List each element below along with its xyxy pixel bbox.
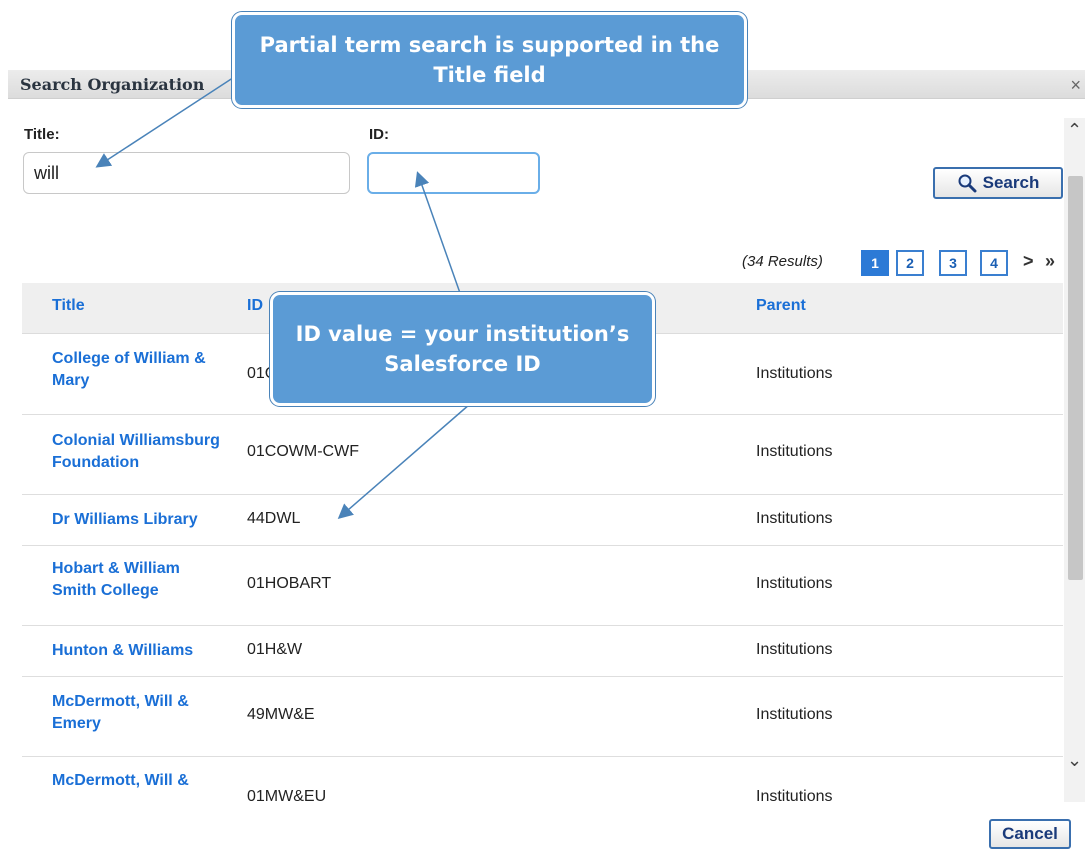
table-row[interactable]: Dr Williams Library 44DWL Institutions <box>22 494 1063 546</box>
scroll-thumb[interactable] <box>1068 176 1083 580</box>
row-id: 01MW&EU <box>247 788 327 802</box>
page-2-button[interactable]: 2 <box>896 250 924 276</box>
column-title[interactable]: Title <box>52 297 85 315</box>
results-count: (34 Results) <box>742 253 823 270</box>
table-row[interactable]: Hunton & Williams 01H&W Institutions <box>22 625 1063 677</box>
row-title-link[interactable]: Dr Williams Library <box>52 509 252 531</box>
search-button-label: Search <box>982 173 1040 192</box>
search-button[interactable]: Search <box>933 167 1063 199</box>
cancel-button[interactable]: Cancel <box>989 819 1071 849</box>
column-parent[interactable]: Parent <box>756 297 806 315</box>
row-parent: Institutions <box>756 641 833 658</box>
row-parent: Institutions <box>756 788 833 802</box>
dialog-title: Search Organization <box>20 75 205 94</box>
last-page-icon[interactable]: » <box>1045 251 1055 272</box>
id-input[interactable] <box>367 152 540 194</box>
table-row[interactable]: Colonial Williamsburg Foundation 01COWM-… <box>22 414 1063 495</box>
row-id: 49MW&E <box>247 706 315 723</box>
magnifier-icon <box>958 174 977 193</box>
title-field-label: Title: <box>24 126 60 143</box>
results-scrollbar[interactable]: ⌃ ⌄ <box>1064 118 1085 802</box>
page-1-button[interactable]: 1 <box>861 250 889 276</box>
row-title-link[interactable]: Colonial Williamsburg Foundation <box>52 430 232 474</box>
close-icon[interactable]: × <box>1070 75 1081 96</box>
row-id: 01COWM-CWF <box>247 443 359 460</box>
title-input[interactable]: will <box>23 152 350 194</box>
callout-partial-search: Partial term search is supported in the … <box>232 12 747 108</box>
row-parent: Institutions <box>756 575 833 592</box>
row-id: 01H&W <box>247 641 303 658</box>
row-title-link[interactable]: College of William & Mary <box>52 348 232 392</box>
row-title-link[interactable]: McDermott, Will & <box>52 770 252 792</box>
scroll-down-icon[interactable]: ⌄ <box>1064 750 1085 771</box>
scroll-up-icon[interactable]: ⌃ <box>1064 120 1085 141</box>
table-row[interactable]: McDermott, Will & Emery 49MW&E Instituti… <box>22 676 1063 757</box>
page-3-button[interactable]: 3 <box>939 250 967 276</box>
row-title-link[interactable]: Hobart & William Smith College <box>52 558 212 602</box>
row-title-link[interactable]: Hunton & Williams <box>52 640 252 662</box>
table-row[interactable]: Hobart & William Smith College 01HOBART … <box>22 545 1063 626</box>
id-field-label: ID: <box>369 126 389 143</box>
page-4-button[interactable]: 4 <box>980 250 1008 276</box>
row-parent: Institutions <box>756 443 833 460</box>
column-id[interactable]: ID <box>247 297 263 315</box>
row-parent: Institutions <box>756 510 833 527</box>
row-id: 44DWL <box>247 510 301 527</box>
row-parent: Institutions <box>756 706 833 723</box>
table-row[interactable]: McDermott, Will & 01MW&EU Institutions <box>22 756 1063 802</box>
row-title-link[interactable]: McDermott, Will & Emery <box>52 691 222 735</box>
row-parent: Institutions <box>756 365 833 382</box>
row-id: 01HOBART <box>247 575 332 592</box>
next-page-icon[interactable]: > <box>1023 251 1034 272</box>
callout-id-value: ID value = your institution’s Salesforce… <box>270 292 655 406</box>
